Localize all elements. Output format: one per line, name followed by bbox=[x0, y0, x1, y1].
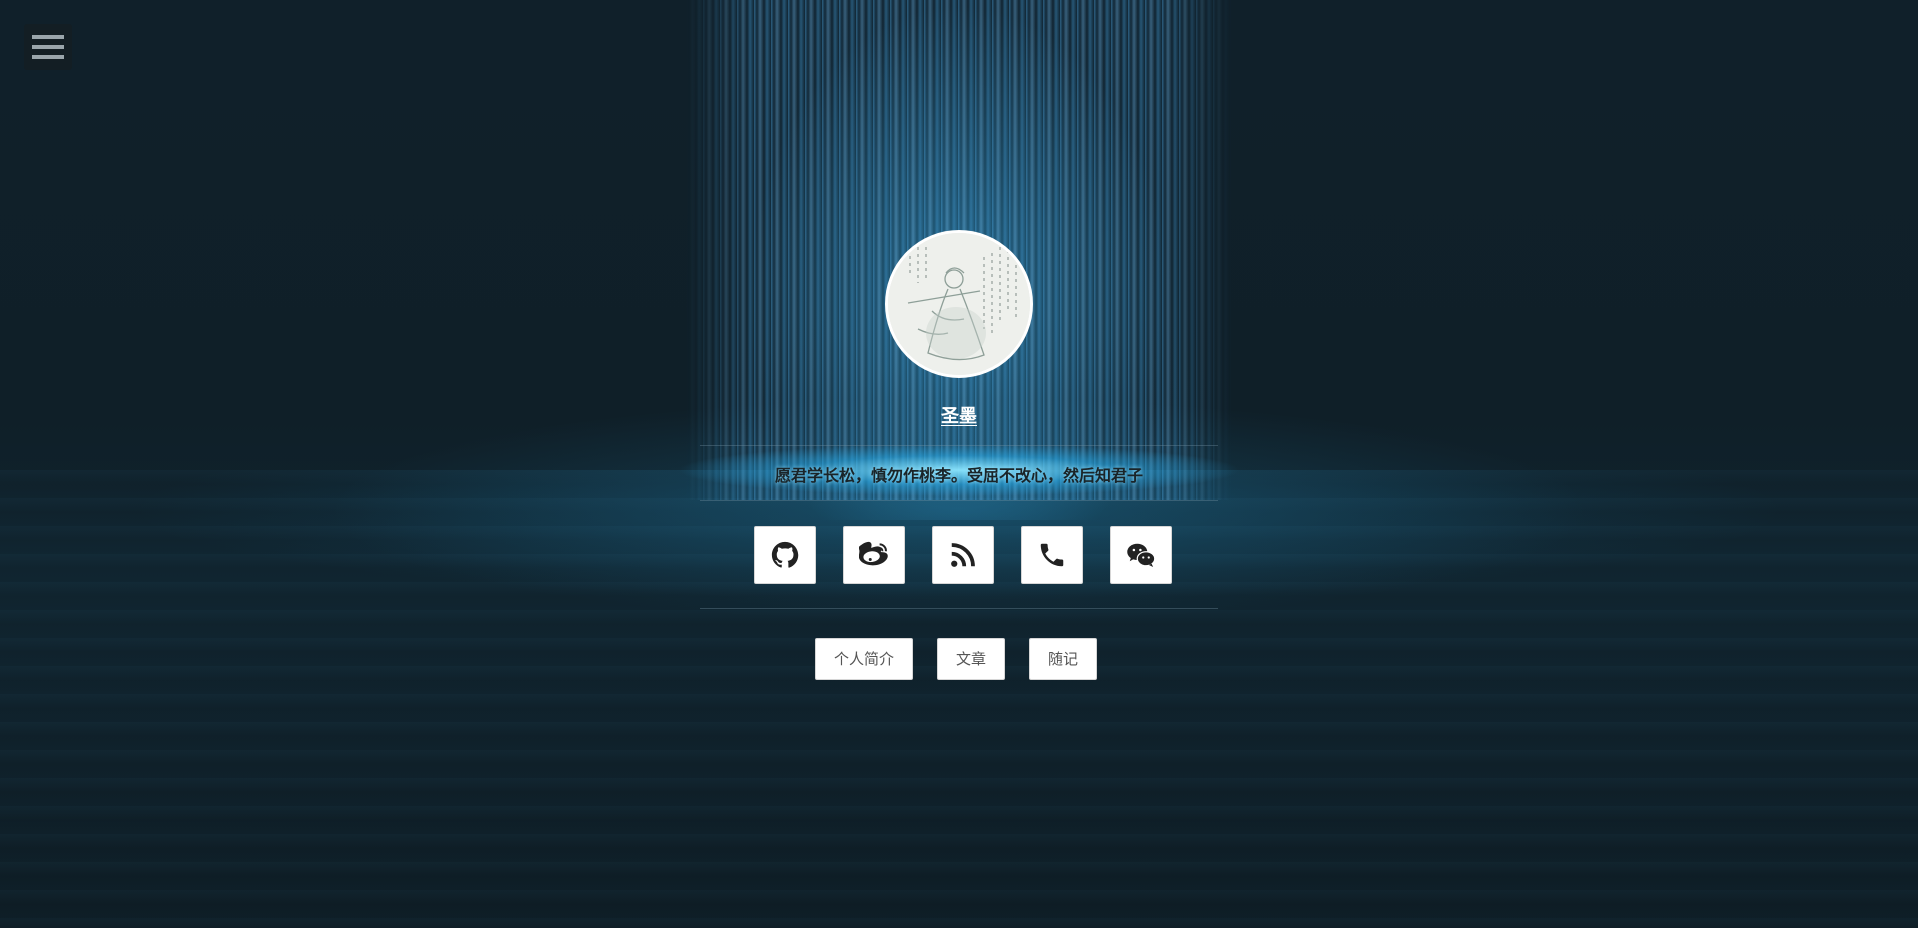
divider bbox=[700, 500, 1218, 501]
wechat-button[interactable] bbox=[1110, 526, 1172, 584]
avatar-image bbox=[888, 233, 1030, 375]
page-background: 圣墨 愿君学长松，慎勿作桃李。受屈不改心，然后知君子 个人简介 文章 随记 bbox=[0, 0, 1918, 928]
articles-button[interactable]: 文章 bbox=[937, 638, 1006, 680]
hamburger-menu-button[interactable] bbox=[24, 24, 72, 70]
social-links bbox=[754, 526, 1172, 584]
rss-button[interactable] bbox=[932, 526, 994, 584]
nav-buttons: 个人简介 文章 随记 bbox=[815, 638, 1098, 680]
weibo-button[interactable] bbox=[843, 526, 905, 584]
profile-motto: 愿君学长松，慎勿作桃李。受屈不改心，然后知君子 bbox=[774, 466, 1143, 485]
about-button[interactable]: 个人简介 bbox=[815, 638, 914, 680]
weibo-icon bbox=[859, 541, 888, 566]
github-button[interactable] bbox=[754, 526, 816, 584]
profile-name[interactable]: 圣墨 bbox=[0, 402, 1918, 428]
phone-button[interactable] bbox=[1021, 526, 1083, 584]
wechat-icon bbox=[1127, 543, 1156, 567]
notes-button[interactable]: 随记 bbox=[1029, 638, 1098, 680]
divider bbox=[700, 445, 1218, 446]
hamburger-menu-icon bbox=[32, 35, 64, 39]
avatar[interactable] bbox=[885, 230, 1033, 378]
rss-icon bbox=[951, 543, 975, 567]
divider bbox=[700, 608, 1218, 609]
phone-icon bbox=[1040, 543, 1064, 567]
github-icon bbox=[771, 541, 799, 568]
